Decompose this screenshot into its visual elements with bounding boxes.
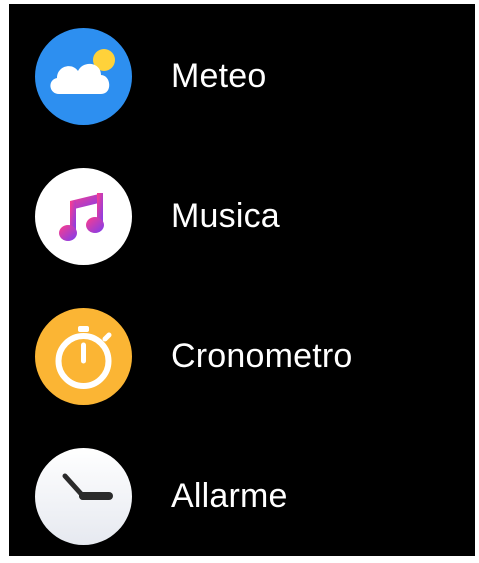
app-item-cronometro[interactable]: Cronometro [35,307,465,405]
app-label: Cronometro [171,336,353,375]
weather-icon [35,27,132,125]
app-item-meteo[interactable]: Meteo [35,27,465,125]
app-item-musica[interactable]: Musica [35,167,465,265]
app-label: Musica [171,196,280,235]
app-label: Allarme [171,476,288,515]
app-item-allarme[interactable]: Allarme [35,447,465,545]
app-list-screen: Meteo Musica Cronometro Allarme [9,4,475,556]
clock-icon [35,447,132,545]
app-label: Meteo [171,56,267,95]
stopwatch-icon [35,307,132,405]
music-note-icon [35,167,132,265]
